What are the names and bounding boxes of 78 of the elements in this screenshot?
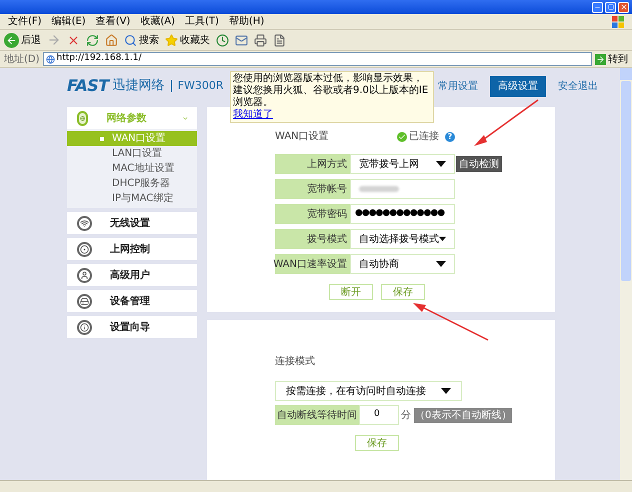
action-button[interactable]: 断开 [329,284,373,300]
sidebar-item[interactable]: 设置向导 [67,316,197,338]
maximize-icon [608,4,614,10]
dropdown-caret-icon [439,236,446,242]
info-icon [77,320,92,334]
select-field[interactable]: 自动协商 [350,254,455,274]
field-label: 拨号模式 [275,229,350,249]
brand-logo: FAST [67,75,109,97]
close-button[interactable] [618,2,629,12]
close-icon [620,3,628,11]
history-icon[interactable] [216,34,229,46]
drive-icon [77,294,92,308]
field-label: 上网方式 [275,154,350,174]
dropdown-caret-icon [441,388,451,394]
nav-tab[interactable]: 高级设置 [490,76,546,96]
globe-icon [77,110,88,126]
back-button[interactable]: 后退 [4,32,41,48]
menu-item[interactable]: 编辑(E) [52,14,86,29]
check-icon [397,132,407,142]
nav-tab[interactable]: 常用设置 [436,76,480,96]
maximize-button[interactable] [605,2,616,12]
menu-item[interactable]: 帮助(H) [228,14,264,29]
submenu-item[interactable]: MAC地址设置 [67,161,197,176]
model-name: FW300R [178,78,224,94]
menu-item[interactable]: 文件(F) [8,14,42,29]
select-field[interactable]: 自动选择拨号模式 [350,229,455,249]
password-field[interactable]: ●●●●●●●●●●●●● [350,204,455,224]
submenu-item[interactable]: IP与MAC绑定 [67,191,197,206]
mode-select[interactable]: 按需连接，在有访问时自动连接 [275,381,462,401]
refresh-icon[interactable] [86,34,99,46]
dismiss-link[interactable]: 我知道了 [233,109,273,121]
user-icon [77,268,92,282]
sidebar-item[interactable]: 设备管理 [67,290,197,312]
menu-item[interactable]: 收藏(A) [140,14,175,29]
submenu-item[interactable]: LAN口设置 [67,146,197,161]
input-field[interactable] [350,179,455,199]
go-button[interactable]: 转到 [595,52,628,66]
sidebar-item[interactable]: 无线设置 [67,212,197,234]
field-label: 自动断线等待时间 [275,405,359,425]
stop-icon[interactable] [67,34,80,46]
search-button[interactable]: 搜索 [124,32,159,48]
menu-item[interactable]: 工具(T) [185,14,219,29]
connection-status: 已连接 [409,130,439,144]
star-icon [165,34,178,46]
field-label: 宽带密码 [275,204,350,224]
section-title: WAN口设置 [275,130,329,144]
dropdown-caret-icon [436,161,446,167]
windows-logo-icon [612,16,624,28]
address-label: 地址(D) [4,52,40,66]
home-icon[interactable] [105,34,118,46]
minimize-button[interactable] [592,2,603,12]
field-label: 宽带帐号 [275,179,350,199]
hint-text: （0表示不自动断线） [414,408,512,422]
timeout-field[interactable]: 0 [359,405,399,425]
sidebar-item[interactable]: 上网控制 [67,238,197,260]
blurred-value [359,186,399,192]
wifi-icon [77,216,92,230]
auto-detect-button[interactable]: 自动检测 [456,156,502,172]
unit-label: 分 [401,408,411,422]
sidebar-item[interactable]: 高级用户 [67,264,197,286]
page-icon [46,54,55,64]
notice-text: 您使用的浏览器版本过低，影响显示效果，建议您换用火狐、谷歌或者9.0以上版本的IE浏览器。 [233,73,430,108]
select-field[interactable]: 宽带拨号上网 [350,154,455,174]
field-label: WAN口速率设置 [275,254,350,274]
mail-icon[interactable] [235,34,248,46]
address-field[interactable]: http://192.168.1.1/ [42,52,592,66]
nav-tab[interactable]: 安全退出 [556,76,600,96]
section-title: 连接模式 [275,354,316,369]
submenu-item[interactable]: DHCP服务器 [67,176,197,191]
printer-icon[interactable] [254,34,267,46]
target-icon [77,242,92,256]
dropdown-caret-icon [436,261,446,267]
search-icon [124,34,137,46]
edit-icon[interactable] [273,34,286,46]
favorites-button[interactable]: 收藏夹 [165,32,210,48]
brand-name: 迅捷网络 [112,77,165,96]
help-icon[interactable]: ? [445,132,455,142]
menu-item[interactable]: 查看(V) [96,14,130,29]
